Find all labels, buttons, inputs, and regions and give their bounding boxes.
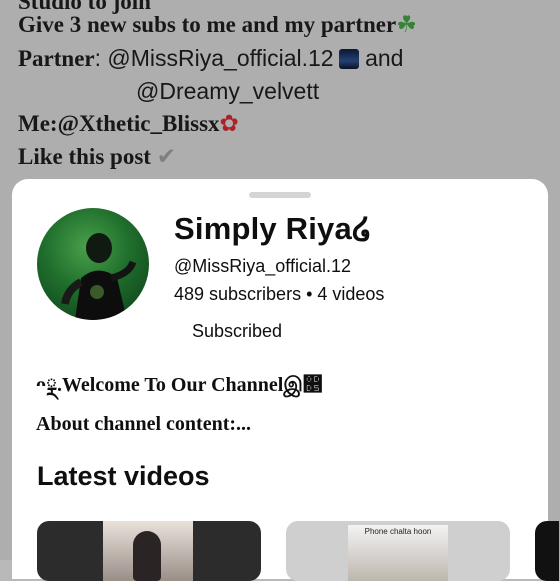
latest-videos-heading: Latest videos bbox=[37, 461, 210, 491]
video-thumbnail-1[interactable] bbox=[37, 521, 261, 581]
post-line-1-text: Give 3 new subs to me and my partner bbox=[18, 12, 397, 37]
post-line-2: Partner: @MissRiya_official.12 and bbox=[18, 42, 403, 75]
partner2-handle[interactable]: @Dreamy_velvett bbox=[136, 78, 319, 104]
video-thumbnail-3-partial[interactable] bbox=[535, 521, 559, 581]
like-post-text: Like this post bbox=[18, 144, 151, 169]
night-sky-icon bbox=[339, 49, 360, 69]
subscribed-button[interactable]: Subscribed bbox=[178, 318, 296, 344]
avatar-figure bbox=[61, 233, 137, 320]
partner-handle[interactable]: : @MissRiya_official.12 bbox=[95, 45, 334, 71]
channel-bottom-sheet: Simply Riya໒ @MissRiya_official.12 489 s… bbox=[12, 179, 559, 581]
channel-name: Simply Riya໒ bbox=[174, 211, 372, 246]
about-channel-content[interactable]: About channel content:... bbox=[36, 413, 251, 436]
rose-icon: ✿ bbox=[219, 111, 239, 136]
thumbnail-2-caption: Phone chalta hoon bbox=[364, 527, 432, 536]
drag-handle[interactable] bbox=[249, 192, 311, 198]
channel-handle: @MissRiya_official.12 bbox=[174, 256, 352, 276]
four-leaf-clover-icon: ☘ bbox=[396, 12, 417, 37]
thumbnail-1-person bbox=[133, 531, 161, 581]
post-line-4: Me:@Xthetic_Blissx✿ bbox=[18, 108, 239, 140]
post-line-3: @Dreamy_velvett bbox=[136, 75, 319, 108]
and-text: and bbox=[365, 45, 404, 71]
check-icon: ✔ bbox=[156, 144, 176, 169]
channel-stats: 489 subscribers • 4 videos bbox=[174, 284, 385, 304]
partner-label: Partner bbox=[18, 46, 95, 71]
post-line-5: Like this post ✔ bbox=[18, 141, 176, 173]
channel-welcome-text: ᴖྼ.Welcome To Our Channelஇ෕ bbox=[36, 374, 323, 396]
me-handle[interactable]: Me:@Xthetic_Blissx bbox=[18, 111, 220, 136]
post-line-1: Give 3 new subs to me and my partner☘ bbox=[18, 9, 417, 41]
video-thumbnail-2[interactable]: Phone chalta hoon bbox=[286, 521, 510, 581]
avatar[interactable] bbox=[37, 208, 149, 320]
